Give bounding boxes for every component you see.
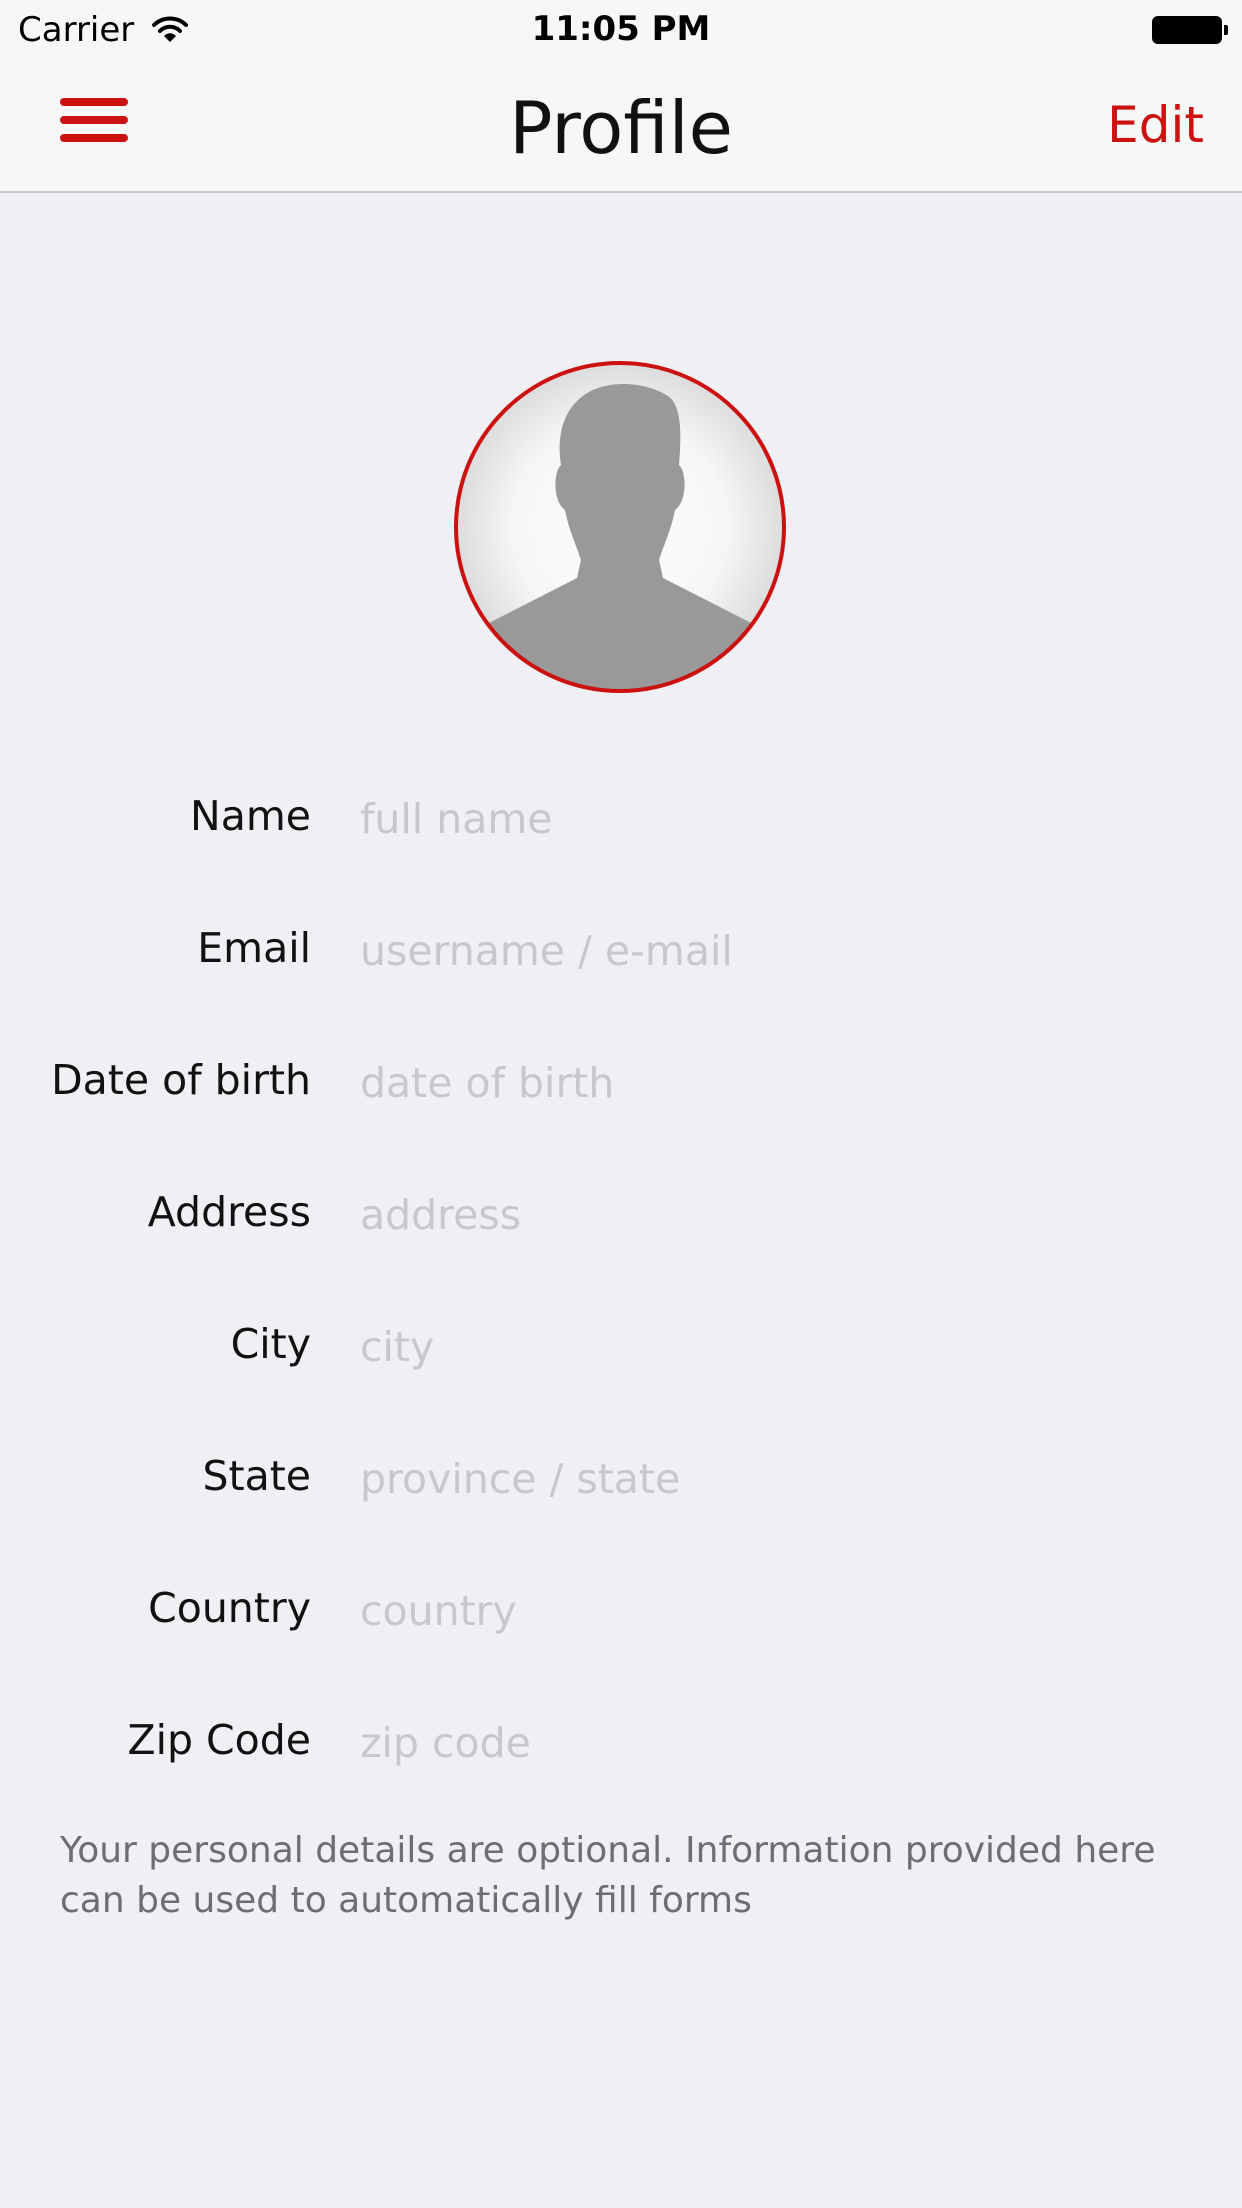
email-field[interactable] xyxy=(360,921,1180,981)
email-label: Email xyxy=(197,924,311,972)
zip-code-field[interactable] xyxy=(360,1713,1180,1773)
city-label: City xyxy=(230,1320,311,1368)
address-label: Address xyxy=(147,1188,311,1236)
page-title: Profile xyxy=(509,86,733,170)
date-of-birth-label: Date of birth xyxy=(51,1056,311,1104)
city-field[interactable] xyxy=(360,1317,1180,1377)
state-field[interactable] xyxy=(360,1449,1180,1509)
zip-code-label: Zip Code xyxy=(127,1716,312,1764)
state-label: State xyxy=(202,1452,311,1500)
avatar[interactable] xyxy=(453,360,787,694)
status-time: 11:05 PM xyxy=(531,9,711,49)
country-field[interactable] xyxy=(360,1581,1180,1641)
address-field[interactable] xyxy=(360,1185,1180,1245)
battery-icon xyxy=(1152,16,1228,44)
name-label: Name xyxy=(190,792,311,840)
personal-details-note: Your personal details are optional. Info… xyxy=(60,1830,1156,1921)
status-bar: Carrier 11:05 PM xyxy=(0,0,1242,60)
name-field[interactable] xyxy=(360,789,1180,849)
navigation-bar: Profile Edit xyxy=(0,60,1242,193)
date-of-birth-field[interactable] xyxy=(360,1053,1180,1113)
country-label: Country xyxy=(148,1584,311,1632)
edit-button[interactable]: Edit xyxy=(1107,100,1204,150)
